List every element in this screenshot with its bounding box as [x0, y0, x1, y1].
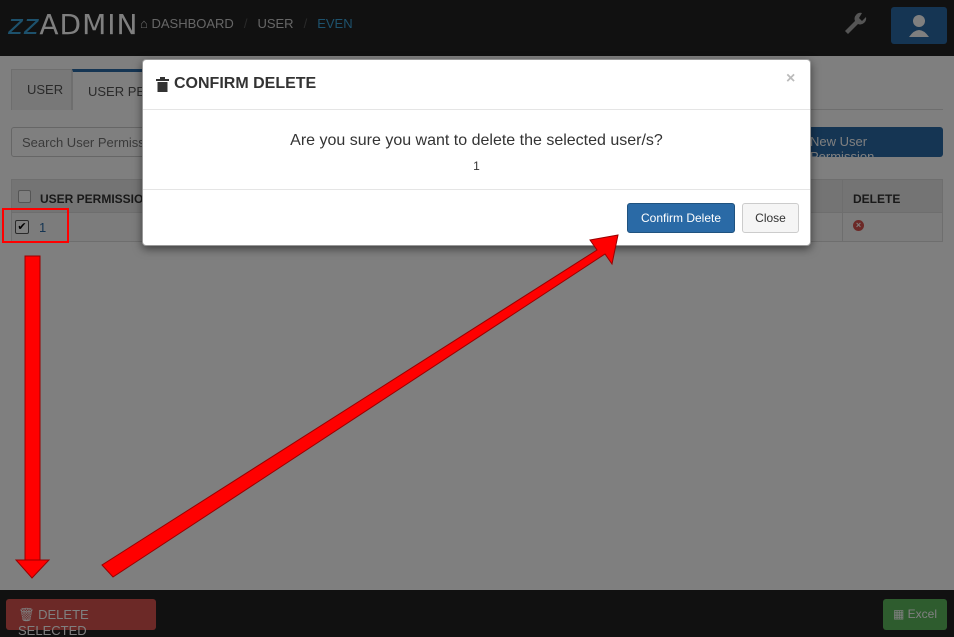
confirm-delete-modal: CONFIRM DELETE × Are you sure you want t…: [142, 59, 811, 246]
modal-title: CONFIRM DELETE: [156, 75, 316, 93]
trash-icon: [156, 76, 169, 92]
close-button[interactable]: Close: [742, 203, 799, 233]
annotation-highlight-box: [2, 208, 69, 243]
selected-ids: 1: [473, 159, 480, 173]
modal-body: Are you sure you want to delete the sele…: [143, 111, 810, 190]
confirm-delete-button[interactable]: Confirm Delete: [627, 203, 735, 233]
close-icon[interactable]: ×: [786, 70, 795, 88]
confirm-message: Are you sure you want to delete the sele…: [290, 132, 663, 149]
modal-header: CONFIRM DELETE ×: [143, 60, 810, 110]
